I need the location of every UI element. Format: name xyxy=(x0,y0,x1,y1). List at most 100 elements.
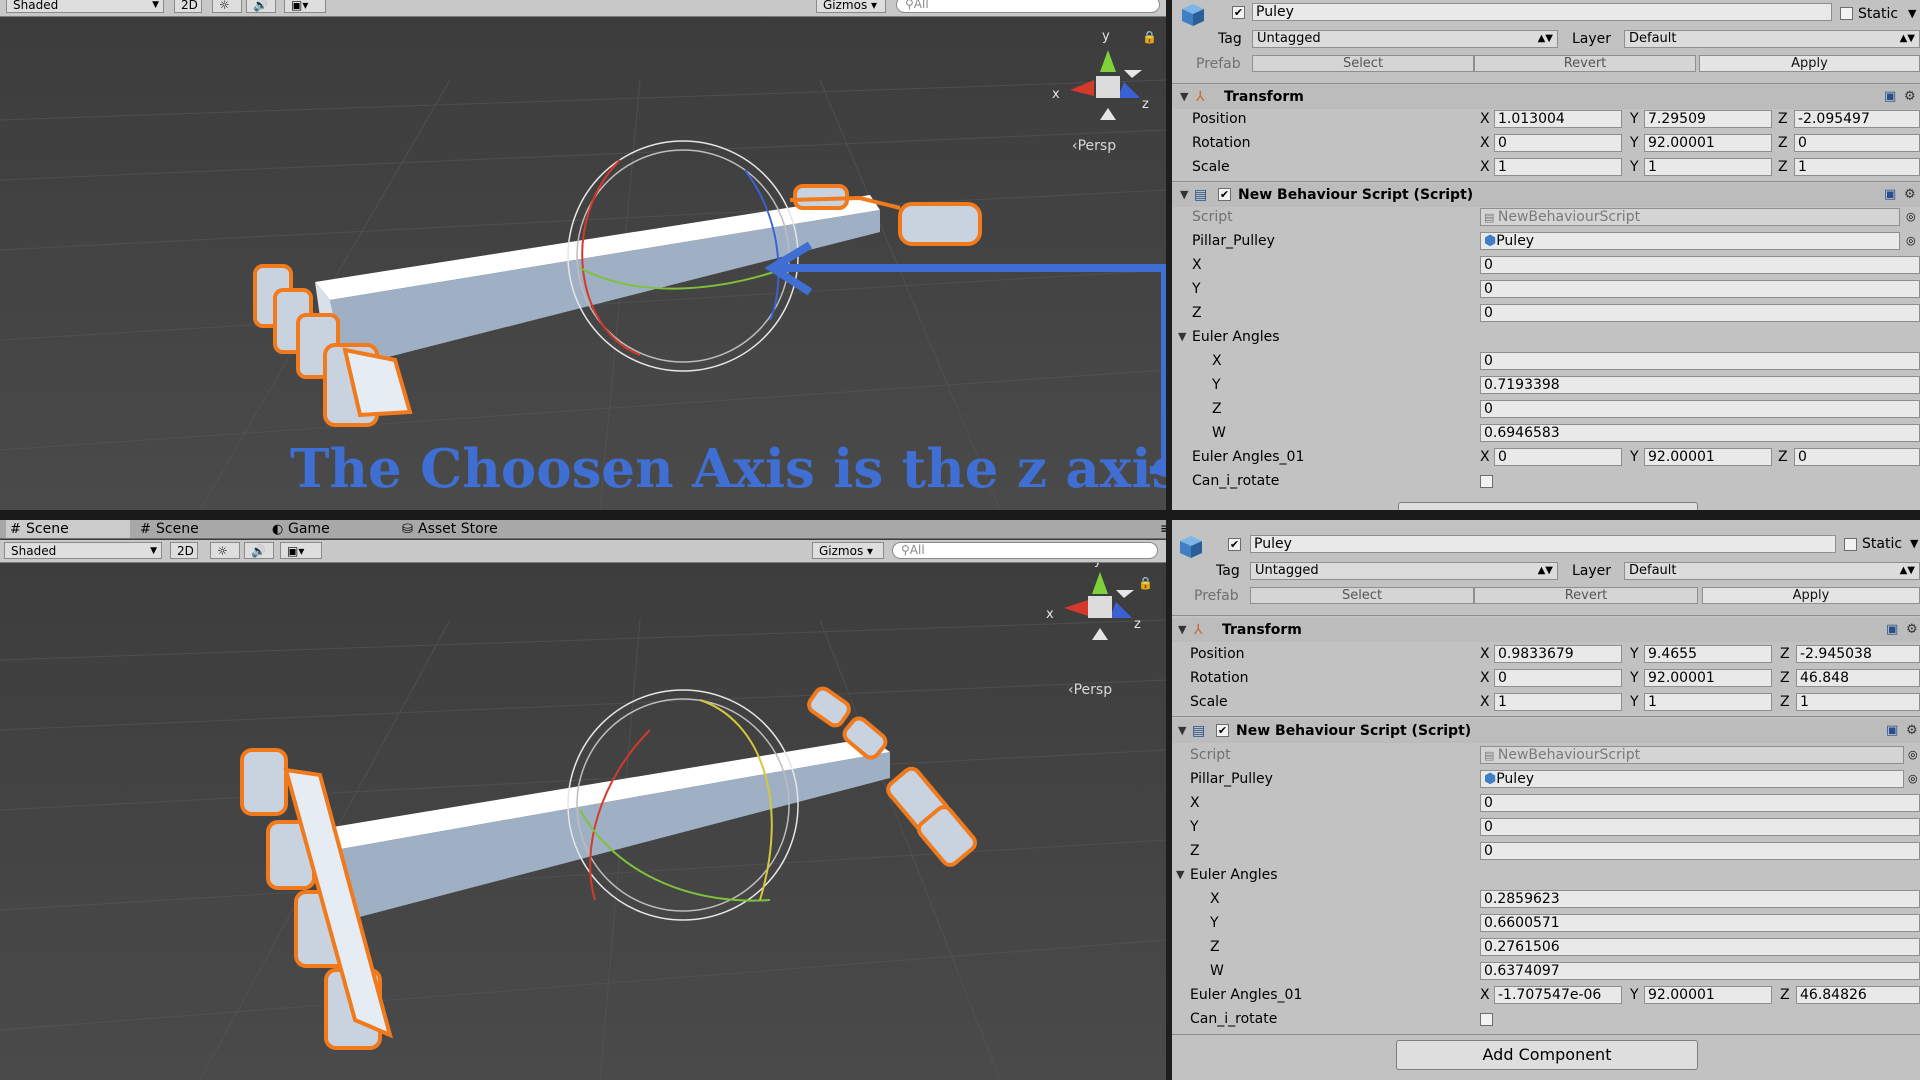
euler-collapse-icon[interactable]: ▼ xyxy=(1176,863,1184,887)
audio-icon[interactable]: 🔊 xyxy=(244,542,274,559)
euler-x-field[interactable]: 0.2859623 xyxy=(1480,890,1920,908)
audio-icon[interactable]: 🔊 xyxy=(246,0,276,13)
settings-gear-icon[interactable]: ⚙ xyxy=(1904,183,1916,207)
scale-x-field[interactable]: 1 xyxy=(1494,158,1622,176)
euler-y-field[interactable]: 0.6600571 xyxy=(1480,914,1920,932)
gizmos-dropdown[interactable]: Gizmos ▾ xyxy=(816,0,886,13)
euler-y-field[interactable]: 0.7193398 xyxy=(1480,376,1920,394)
scene-view-top[interactable]: y x z Shaded ▼ 2D ☼ 🔊 ▣▾ Gizmos ▾ ⚲All ‹P… xyxy=(0,0,1166,510)
scene-search-input[interactable]: ⚲All xyxy=(896,0,1160,13)
collapse-triangle-icon[interactable]: ▼ xyxy=(1178,618,1186,642)
euler01-x-field[interactable]: 0 xyxy=(1494,448,1622,466)
add-component-button[interactable]: Add Component xyxy=(1396,1040,1698,1070)
effects-icon[interactable]: ▣▾ xyxy=(284,0,326,13)
tab-game[interactable]: ◐ Game xyxy=(268,520,378,538)
persp-label[interactable]: ‹Persp xyxy=(1072,138,1116,154)
collapse-triangle-icon[interactable]: ▼ xyxy=(1178,719,1186,743)
euler-x-field[interactable]: 0 xyxy=(1480,352,1920,370)
position-x-field[interactable]: 0.9833679 xyxy=(1494,645,1622,663)
help-icon[interactable]: ▣ xyxy=(1884,183,1896,207)
euler-z-field[interactable]: 0.2761506 xyxy=(1480,938,1920,956)
prefab-apply-button[interactable]: Apply xyxy=(1699,55,1920,72)
shaded-dropdown[interactable]: Shaded ▼ xyxy=(4,542,162,559)
euler01-z-field[interactable]: 0 xyxy=(1794,448,1920,466)
script-field[interactable]: ▤ NewBehaviourScript xyxy=(1480,208,1900,226)
lock-icon[interactable]: 🔒 xyxy=(1138,576,1153,590)
pillar-pulley-field[interactable]: ⬢Puley xyxy=(1480,770,1904,788)
object-picker-icon[interactable]: ◎ xyxy=(1908,767,1918,791)
y-field[interactable]: 0 xyxy=(1480,818,1920,836)
object-picker-icon[interactable]: ◎ xyxy=(1906,229,1916,253)
rotation-x-field[interactable]: 0 xyxy=(1494,134,1622,152)
help-icon[interactable]: ▣ xyxy=(1886,719,1898,743)
object-picker-icon[interactable]: ◎ xyxy=(1906,205,1916,229)
x-field[interactable]: 0 xyxy=(1480,256,1920,274)
scale-x-field[interactable]: 1 xyxy=(1494,693,1622,711)
object-name-field[interactable]: Puley xyxy=(1252,3,1832,21)
rotation-z-field[interactable]: 46.848 xyxy=(1796,669,1920,687)
scale-y-field[interactable]: 1 xyxy=(1644,158,1772,176)
toggle-2d-button[interactable]: 2D xyxy=(170,542,198,559)
euler-collapse-icon[interactable]: ▼ xyxy=(1178,325,1186,349)
prefab-select-button[interactable]: Select xyxy=(1252,55,1474,72)
collapse-triangle-icon[interactable]: ▼ xyxy=(1180,183,1188,207)
z-field[interactable]: 0 xyxy=(1480,842,1920,860)
prefab-revert-button[interactable]: Revert xyxy=(1474,587,1698,604)
settings-gear-icon[interactable]: ⚙ xyxy=(1906,618,1918,642)
effects-icon[interactable]: ▣▾ xyxy=(280,542,322,559)
euler01-x-field[interactable]: -1.707547e-06 xyxy=(1494,986,1622,1004)
transform-header[interactable]: ▼ ⅄ Transform ▣ ⚙ xyxy=(1172,85,1920,109)
settings-gear-icon[interactable]: ⚙ xyxy=(1906,719,1918,743)
scene-viewport-bottom[interactable]: y x z xyxy=(0,520,1166,1080)
lock-icon[interactable]: 🔒 xyxy=(1142,30,1157,44)
script-component-header[interactable]: ▼ ▤ ✔ New Behaviour Script (Script) ▣ ⚙ xyxy=(1172,183,1920,207)
scene-viewport-top[interactable]: y x z xyxy=(0,0,1166,510)
lighting-icon[interactable]: ☼ xyxy=(210,542,240,559)
add-component-button-partial[interactable] xyxy=(1398,502,1698,510)
prefab-apply-button[interactable]: Apply xyxy=(1702,587,1920,604)
position-z-field[interactable]: -2.095497 xyxy=(1794,110,1920,128)
layer-dropdown[interactable]: Default ▲▼ xyxy=(1624,562,1920,580)
persp-label[interactable]: ‹Persp xyxy=(1068,682,1112,698)
position-z-field[interactable]: -2.945038 xyxy=(1796,645,1920,663)
script-component-header[interactable]: ▼ ▤ ✔ New Behaviour Script (Script) ▣ ⚙ xyxy=(1172,719,1920,743)
scale-z-field[interactable]: 1 xyxy=(1796,693,1920,711)
static-dropdown-icon[interactable]: ▼ xyxy=(1910,532,1918,556)
z-field[interactable]: 0 xyxy=(1480,304,1920,322)
layer-dropdown[interactable]: Default ▲▼ xyxy=(1624,30,1920,48)
collapse-triangle-icon[interactable]: ▼ xyxy=(1180,85,1188,109)
tag-dropdown[interactable]: Untagged ▲▼ xyxy=(1252,30,1558,48)
shaded-dropdown[interactable]: Shaded ▼ xyxy=(6,0,164,13)
euler01-y-field[interactable]: 92.00001 xyxy=(1644,448,1772,466)
gizmos-dropdown[interactable]: Gizmos ▾ xyxy=(812,542,884,559)
settings-gear-icon[interactable]: ⚙ xyxy=(1904,85,1916,109)
rotation-y-field[interactable]: 92.00001 xyxy=(1644,669,1772,687)
help-icon[interactable]: ▣ xyxy=(1884,85,1896,109)
position-x-field[interactable]: 1.013004 xyxy=(1494,110,1622,128)
position-y-field[interactable]: 9.4655 xyxy=(1644,645,1772,663)
scene-view-bottom[interactable]: y x z #Scene #Scene ◐Game ⛁Asset Store ≡… xyxy=(0,520,1166,1080)
help-icon[interactable]: ▣ xyxy=(1886,618,1898,642)
y-field[interactable]: 0 xyxy=(1480,280,1920,298)
can-rotate-checkbox[interactable] xyxy=(1480,475,1493,488)
tab-menu-icon[interactable]: ≡ xyxy=(1142,520,1166,538)
scene-search-input[interactable]: ⚲All xyxy=(892,542,1158,559)
rotation-z-field[interactable]: 0 xyxy=(1794,134,1920,152)
object-picker-icon[interactable]: ◎ xyxy=(1908,743,1918,767)
static-checkbox[interactable] xyxy=(1840,7,1853,20)
prefab-revert-button[interactable]: Revert xyxy=(1474,55,1696,72)
rotation-y-field[interactable]: 92.00001 xyxy=(1644,134,1772,152)
toggle-2d-button[interactable]: 2D xyxy=(174,0,202,13)
prefab-select-button[interactable]: Select xyxy=(1250,587,1474,604)
euler-w-field[interactable]: 0.6374097 xyxy=(1480,962,1920,980)
static-dropdown-icon[interactable]: ▼ xyxy=(1908,2,1916,26)
position-y-field[interactable]: 7.29509 xyxy=(1644,110,1772,128)
tab-asset-store[interactable]: ⛁ Asset Store xyxy=(398,520,538,538)
active-checkbox[interactable]: ✔ xyxy=(1228,538,1241,551)
transform-header[interactable]: ▼ ⅄ Transform ▣ ⚙ xyxy=(1172,618,1920,642)
euler01-y-field[interactable]: 92.00001 xyxy=(1644,986,1772,1004)
script-enabled-checkbox[interactable]: ✔ xyxy=(1216,724,1229,737)
euler01-z-field[interactable]: 46.84826 xyxy=(1796,986,1920,1004)
tag-dropdown[interactable]: Untagged ▲▼ xyxy=(1250,562,1558,580)
lighting-icon[interactable]: ☼ xyxy=(212,0,242,13)
